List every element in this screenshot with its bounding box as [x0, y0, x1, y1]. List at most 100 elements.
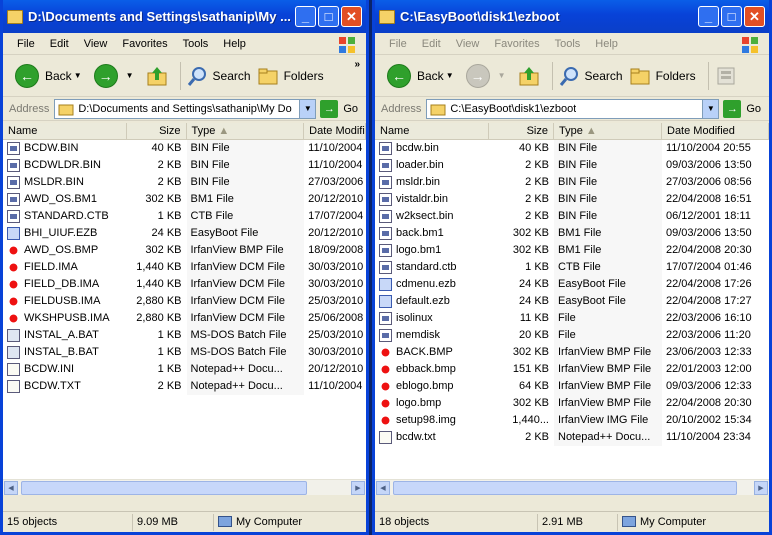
- file-row[interactable]: FIELDUSB.IMA 2,880 KB IrfanView DCM File 25…: [3, 293, 366, 310]
- file-row[interactable]: bcdw.txt 2 KB Notepad++ Docu... 11/10/2004 …: [375, 429, 769, 446]
- file-date-cell: 20/10/2002 15:34: [666, 414, 752, 426]
- menu-view[interactable]: View: [84, 38, 108, 50]
- file-row[interactable]: standard.ctb 1 KB CTB File 17/07/2004 01:46: [375, 259, 769, 276]
- menu-edit[interactable]: Edit: [422, 38, 441, 50]
- column-date-modified[interactable]: Date Modifie: [304, 123, 366, 139]
- file-row[interactable]: AWD_OS.BM1 302 KB BM1 File 20/12/2010: [3, 191, 366, 208]
- file-row[interactable]: WKSHPUSB.IMA 2,880 KB IrfanView DCM File 25…: [3, 310, 366, 327]
- sort-up-icon: ▲: [218, 125, 230, 137]
- horizontal-scrollbar[interactable]: ◀ ▶: [375, 479, 769, 495]
- file-size-cell: 1,440...: [512, 414, 549, 426]
- menu-edit[interactable]: Edit: [50, 38, 69, 50]
- scrollbar-thumb[interactable]: [393, 481, 737, 495]
- column-type[interactable]: Type ▲: [187, 123, 305, 139]
- chevron-down-icon[interactable]: ▼: [446, 71, 454, 80]
- maximize-button[interactable]: □: [318, 6, 339, 27]
- explorer-window-left: D:\Documents and Settings\sathanip\My ..…: [0, 0, 369, 535]
- status-location: My Computer: [618, 514, 769, 531]
- scroll-right-icon[interactable]: ▶: [351, 481, 365, 495]
- file-row[interactable]: FIELD_DB.IMA 1,440 KB IrfanView DCM File 30…: [3, 276, 366, 293]
- close-button[interactable]: ✕: [744, 6, 765, 27]
- file-row[interactable]: cdmenu.ezb 24 KB EasyBoot File 22/04/2008 1…: [375, 276, 769, 293]
- go-button[interactable]: → Go: [320, 99, 358, 118]
- horizontal-scrollbar[interactable]: ◀ ▶: [3, 479, 366, 495]
- scroll-left-icon[interactable]: ◀: [376, 481, 390, 495]
- folders-button[interactable]: Folders: [257, 65, 324, 87]
- file-row[interactable]: FIELD.IMA 1,440 KB IrfanView DCM File 30/03…: [3, 259, 366, 276]
- chevron-down-icon[interactable]: ▼: [126, 71, 134, 80]
- maximize-button[interactable]: □: [721, 6, 742, 27]
- menu-view[interactable]: View: [456, 38, 480, 50]
- address-input[interactable]: C:\EasyBoot\disk1\ezboot ▼: [426, 98, 720, 119]
- forward-button[interactable]: → ▼: [465, 63, 512, 88]
- chevron-down-icon[interactable]: ▼: [702, 99, 719, 118]
- file-row[interactable]: INSTAL_A.BAT 1 KB MS-DOS Batch File 25/03/2…: [3, 327, 366, 344]
- scroll-right-icon[interactable]: ▶: [754, 481, 768, 495]
- folders-button[interactable]: Folders: [629, 65, 696, 87]
- file-size-cell: 20 KB: [519, 329, 549, 341]
- search-button[interactable]: Search: [559, 65, 623, 87]
- title-bar[interactable]: D:\Documents and Settings\sathanip\My ..…: [3, 0, 366, 33]
- file-row[interactable]: BACK.BMP 302 KB IrfanView BMP File 23/06/20…: [375, 344, 769, 361]
- menu-file[interactable]: File: [389, 38, 407, 50]
- file-row[interactable]: msldr.bin 2 KB BIN File 27/03/2006 08:56: [375, 174, 769, 191]
- menu-file[interactable]: File: [17, 38, 35, 50]
- file-row[interactable]: ebback.bmp 151 KB IrfanView BMP File 22/01/…: [375, 361, 769, 378]
- close-button[interactable]: ✕: [341, 6, 362, 27]
- back-button[interactable]: ← Back ▼: [15, 63, 88, 88]
- file-size-cell: 2 KB: [525, 193, 549, 205]
- file-row[interactable]: eblogo.bmp 64 KB IrfanView BMP File 09/03/2…: [375, 378, 769, 395]
- file-row[interactable]: setup98.img 1,440... IrfanView IMG File 20/…: [375, 412, 769, 429]
- title-bar[interactable]: C:\EasyBoot\disk1\ezboot _ □ ✕: [375, 0, 769, 33]
- chevron-down-icon[interactable]: ▼: [498, 71, 506, 80]
- file-row[interactable]: BCDW.BIN 40 KB BIN File 11/10/2004: [3, 140, 366, 157]
- file-size-cell: 2 KB: [525, 210, 549, 222]
- menu-favorites[interactable]: Favorites: [494, 38, 539, 50]
- search-button[interactable]: Search: [187, 65, 251, 87]
- menu-favorites[interactable]: Favorites: [122, 38, 167, 50]
- chevron-down-icon[interactable]: ▼: [299, 99, 316, 118]
- toolbar-overflow-icon[interactable]: »: [354, 59, 360, 70]
- file-row[interactable]: isolinux 11 KB File 22/03/2006 16:10: [375, 310, 769, 327]
- scroll-left-icon[interactable]: ◀: [4, 481, 18, 495]
- menu-tools[interactable]: Tools: [555, 38, 581, 50]
- up-folder-icon[interactable]: [518, 65, 540, 87]
- column-size[interactable]: Size: [127, 123, 187, 139]
- file-row[interactable]: BHI_UIUF.EZB 24 KB EasyBoot File 20/12/2010: [3, 225, 366, 242]
- file-row[interactable]: AWD_OS.BMP 302 KB IrfanView BMP File 18/09/…: [3, 242, 366, 259]
- menu-help[interactable]: Help: [595, 38, 618, 50]
- scrollbar-thumb[interactable]: [21, 481, 307, 495]
- file-row[interactable]: back.bm1 302 KB BM1 File 09/03/2006 13:50: [375, 225, 769, 242]
- column-name[interactable]: Name: [3, 123, 127, 139]
- file-row[interactable]: STANDARD.CTB 1 KB CTB File 17/07/2004: [3, 208, 366, 225]
- menu-help[interactable]: Help: [223, 38, 246, 50]
- minimize-button[interactable]: _: [698, 6, 719, 27]
- file-row[interactable]: BCDW.TXT 2 KB Notepad++ Docu... 11/10/2004: [3, 378, 366, 395]
- file-row[interactable]: memdisk 20 KB File 22/03/2006 11:20: [375, 327, 769, 344]
- file-row[interactable]: INSTAL_B.BAT 1 KB MS-DOS Batch File 30/03/2…: [3, 344, 366, 361]
- go-button[interactable]: → Go: [723, 99, 761, 118]
- file-row[interactable]: BCDW.INI 1 KB Notepad++ Docu... 20/12/2010: [3, 361, 366, 378]
- file-row[interactable]: BCDWLDR.BIN 2 KB BIN File 11/10/2004: [3, 157, 366, 174]
- views-icon[interactable]: [715, 65, 737, 87]
- file-row[interactable]: default.ezb 24 KB EasyBoot File 22/04/2008 …: [375, 293, 769, 310]
- file-row[interactable]: MSLDR.BIN 2 KB BIN File 27/03/2006: [3, 174, 366, 191]
- forward-button[interactable]: → ▼: [93, 63, 140, 88]
- file-row[interactable]: w2ksect.bin 2 KB BIN File 06/12/2001 18:11: [375, 208, 769, 225]
- menu-tools[interactable]: Tools: [183, 38, 209, 50]
- file-row[interactable]: bcdw.bin 40 KB BIN File 11/10/2004 20:55: [375, 140, 769, 157]
- address-input[interactable]: D:\Documents and Settings\sathanip\My Do…: [54, 98, 317, 119]
- file-row[interactable]: logo.bmp 302 KB IrfanView BMP File 22/04/20…: [375, 395, 769, 412]
- column-type[interactable]: Type ▲: [554, 123, 662, 139]
- up-folder-icon[interactable]: [146, 65, 168, 87]
- file-size-cell: 11 KB: [519, 312, 549, 324]
- column-size[interactable]: Size: [489, 123, 554, 139]
- file-row[interactable]: loader.bin 2 KB BIN File 09/03/2006 13:50: [375, 157, 769, 174]
- file-row[interactable]: vistaldr.bin 2 KB BIN File 22/04/2008 16:51: [375, 191, 769, 208]
- chevron-down-icon[interactable]: ▼: [74, 71, 82, 80]
- column-name[interactable]: Name: [375, 123, 489, 139]
- back-button[interactable]: ← Back ▼: [387, 63, 460, 88]
- file-row[interactable]: logo.bm1 302 KB BM1 File 22/04/2008 20:30: [375, 242, 769, 259]
- column-date-modified[interactable]: Date Modified: [662, 123, 769, 139]
- minimize-button[interactable]: _: [295, 6, 316, 27]
